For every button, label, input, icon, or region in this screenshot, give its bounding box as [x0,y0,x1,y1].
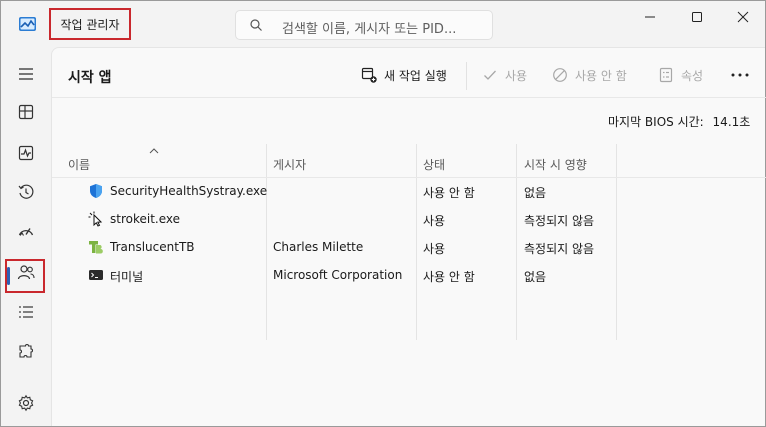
window-title: 작업 관리자 [49,8,131,40]
sidebar [1,47,51,426]
properties-label: 속성 [681,68,704,83]
minimize-button[interactable] [635,6,665,28]
enable-label: 사용 [505,68,528,83]
minimize-icon [645,16,655,18]
table-row[interactable]: strokeit.exe 사용 측정되지 않음 [52,206,766,234]
details-list-icon [19,306,33,318]
column-header-startup-impact[interactable]: 시작 시 영향 [524,156,587,173]
column-header-publisher[interactable]: 게시자 [273,156,306,173]
row-name: 터미널 [110,270,144,284]
close-button[interactable] [728,6,758,28]
startup-speedometer-icon [18,228,34,236]
row-impact: 없음 [524,186,547,200]
table-row[interactable]: SecurityHealthSystray.exe 사용 안 함 없음 [52,178,766,206]
toolbar-divider [52,97,766,98]
maximize-button[interactable] [682,6,712,28]
close-icon [737,11,749,23]
security-shield-icon [88,183,104,199]
task-manager-app-icon [19,17,36,31]
column-header-status[interactable]: 상태 [423,156,445,173]
disable-label: 사용 안 함 [575,68,627,83]
row-name: strokeit.exe [110,212,181,226]
history-icon [18,184,34,199]
column-header-name[interactable]: 이름 [68,156,90,173]
gear-icon [18,394,34,412]
sidebar-item-users[interactable] [11,257,41,287]
row-name: TranslucentTB [110,240,195,254]
page-title: 시작 앱 [68,70,112,86]
sidebar-item-menu[interactable] [11,59,41,89]
row-publisher: Charles Milette [273,240,364,254]
checkmark-icon [484,70,496,80]
sidebar-item-performance[interactable] [11,138,41,168]
task-manager-window: 작업 관리자 검색할 이름, 게시자 또는 PID... 시작 앱 새 작업 실… [0,0,766,427]
terminal-icon [88,267,104,283]
row-impact: 측정되지 않음 [524,242,595,256]
sidebar-item-details[interactable] [11,297,41,327]
more-options-icon [731,73,749,77]
window-title-text: 작업 관리자 [60,17,120,32]
sidebar-item-app-history[interactable] [11,177,41,207]
processes-icon [18,104,34,120]
sidebar-item-settings[interactable] [11,388,41,418]
services-puzzle-icon [19,344,33,358]
row-publisher: Microsoft Corporation [273,268,403,282]
title-bar: 작업 관리자 검색할 이름, 게시자 또는 PID... [1,1,765,47]
new-task-label: 새 작업 실행 [384,68,447,83]
new-task-button[interactable]: 새 작업 실행 [361,64,447,86]
translucenttb-icon [88,239,104,255]
enable-button[interactable]: 사용 [482,64,527,86]
row-name: SecurityHealthSystray.exe [110,184,268,198]
properties-button[interactable]: 속성 [658,64,703,86]
row-impact: 측정되지 않음 [524,214,595,228]
row-status: 사용 [423,242,446,256]
row-status: 사용 안 함 [423,270,475,284]
table-row[interactable]: TranslucentTB Charles Milette 사용 측정되지 않음 [52,234,766,262]
search-box[interactable]: 검색할 이름, 게시자 또는 PID... [235,10,493,40]
more-options-button[interactable] [728,66,752,84]
pointer-icon [88,211,104,227]
disable-button[interactable]: 사용 안 함 [552,64,627,86]
toolbar-separator [466,62,467,90]
row-impact: 없음 [524,270,547,284]
search-icon [249,18,263,32]
bios-time-label: 마지막 BIOS 시간: [608,115,704,129]
row-status: 사용 [423,214,446,228]
search-placeholder: 검색할 이름, 게시자 또는 PID... [282,22,457,37]
sidebar-item-startup-apps[interactable] [11,216,41,246]
sidebar-item-services[interactable] [11,337,41,367]
hamburger-icon [19,68,33,80]
maximize-icon [692,12,702,22]
users-icon [17,265,35,280]
new-task-icon [361,67,377,83]
table-row[interactable]: 터미널 Microsoft Corporation 사용 안 함 없음 [52,262,766,290]
row-status: 사용 안 함 [423,186,475,200]
sidebar-item-processes[interactable] [11,97,41,127]
sort-ascending-icon [149,148,159,154]
disable-icon [553,68,567,82]
main-panel: 시작 앱 새 작업 실행 사용 사용 안 함 속성 마지막 BIOS 시간: 1… [51,47,766,426]
properties-icon [659,67,673,83]
bios-time-value: 14.1초 [712,115,751,129]
performance-icon [18,145,34,161]
bios-time: 마지막 BIOS 시간: 14.1초 [608,113,750,130]
